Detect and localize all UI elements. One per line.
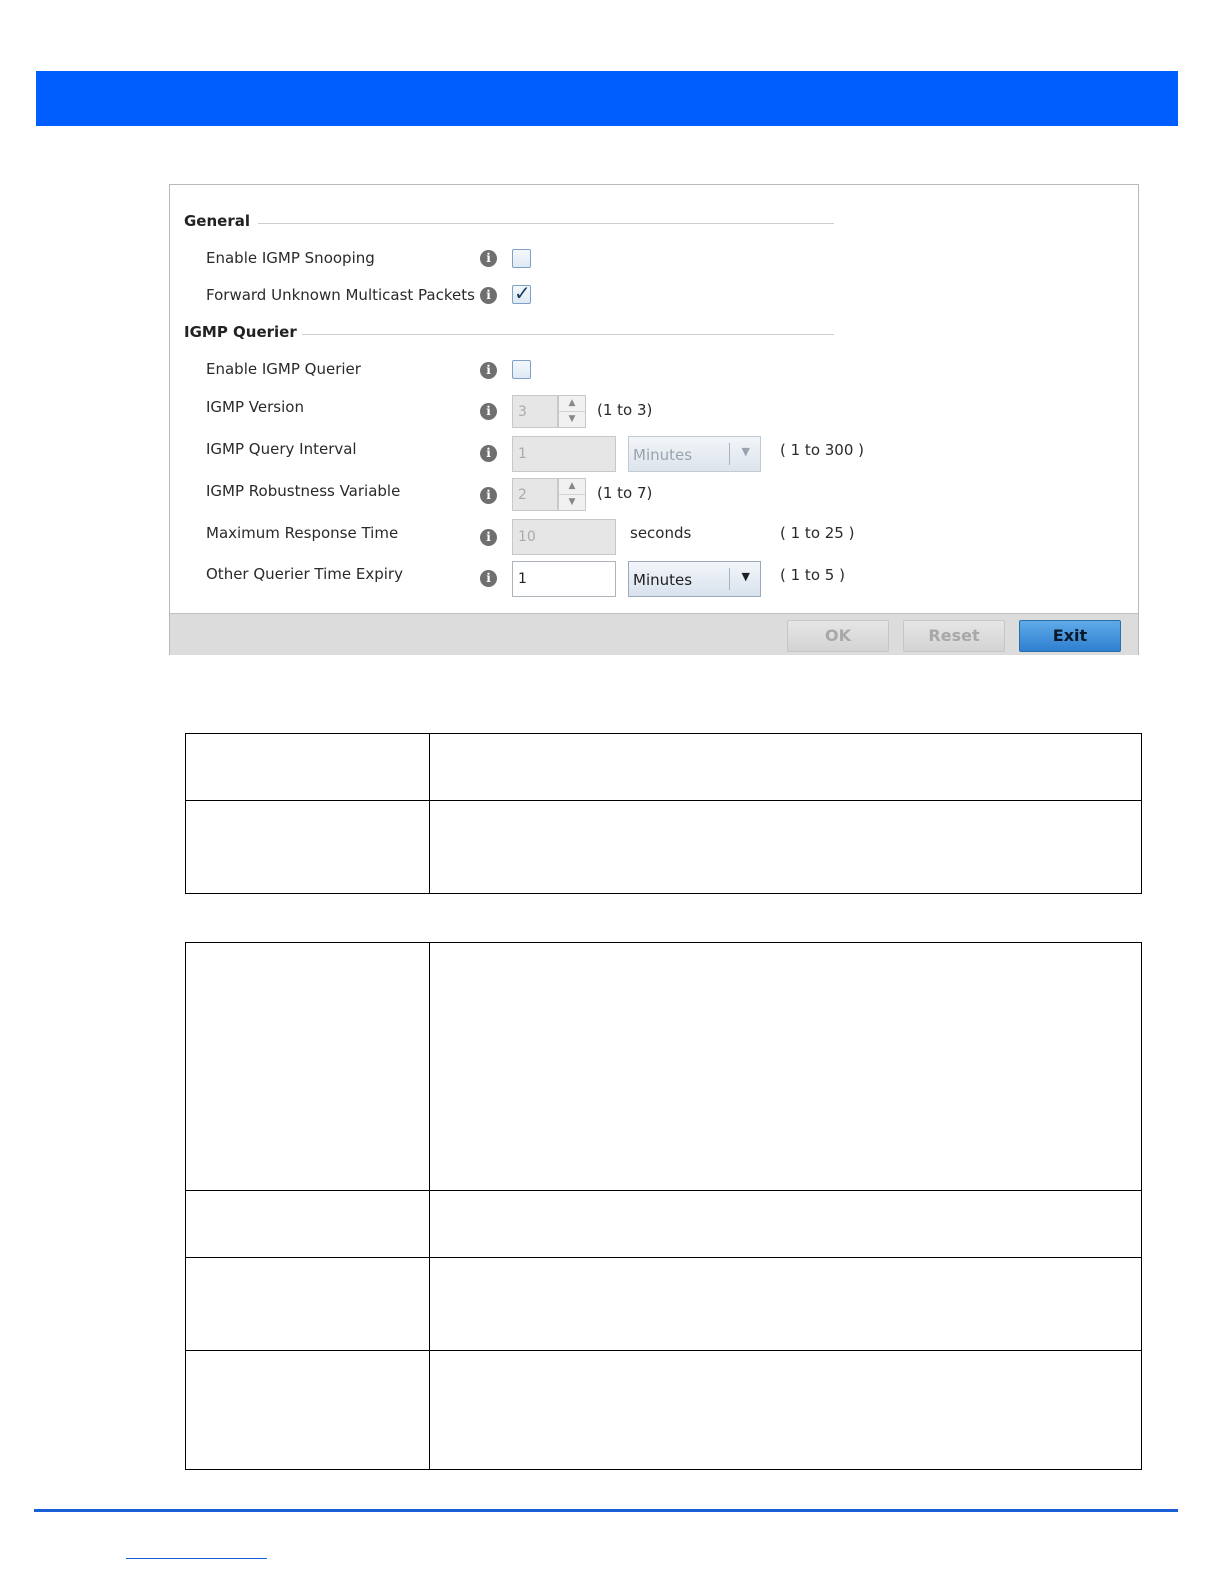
table-cell [185, 1350, 430, 1470]
forward-unknown-multicast-checkbox[interactable]: ✓ [512, 281, 531, 305]
table-cell [185, 942, 430, 1191]
igmp-robustness-range: (1 to 7) [597, 484, 653, 502]
reset-button[interactable]: Reset [903, 620, 1005, 652]
table-cell [185, 733, 430, 801]
table-cell [429, 942, 1142, 1191]
igmp-querier-section-rule [302, 334, 834, 335]
table-cell [185, 1190, 430, 1258]
info-icon[interactable]: i [480, 362, 497, 379]
chevron-down-icon[interactable]: ▼ [559, 495, 585, 510]
igmp-query-interval-unit-dropdown[interactable]: Minutes ▼ [628, 436, 761, 472]
table-row [185, 1190, 1142, 1258]
description-table-querier [185, 942, 1142, 1470]
maximum-response-time-range: ( 1 to 25 ) [780, 524, 855, 542]
info-icon[interactable]: i [480, 445, 497, 462]
maximum-response-time-input[interactable]: 10 [512, 519, 616, 555]
table-cell [185, 800, 430, 894]
dropdown-selected-value: Minutes [633, 571, 693, 589]
chevron-down-icon[interactable]: ▼ [559, 412, 585, 427]
general-section-heading: General [184, 212, 250, 230]
enable-igmp-querier-checkbox[interactable] [512, 360, 531, 379]
igmp-robustness-stepper[interactable]: 2 ▲ ▼ [512, 478, 586, 511]
igmp-version-stepper[interactable]: 3 ▲ ▼ [512, 395, 586, 428]
top-banner [36, 71, 1178, 126]
forward-unknown-multicast-label: Forward Unknown Multicast Packets [206, 286, 475, 304]
table-cell [429, 1350, 1142, 1470]
igmp-robustness-value[interactable]: 2 [512, 478, 558, 511]
enable-igmp-snooping-label: Enable IGMP Snooping [206, 249, 375, 267]
table-row [185, 733, 1142, 801]
dropdown-divider [729, 568, 730, 590]
dialog-footer: OK Reset Exit [170, 613, 1138, 655]
other-querier-time-expiry-input[interactable]: 1 [512, 561, 616, 597]
info-icon[interactable]: i [480, 287, 497, 304]
maximum-response-time-unit: seconds [630, 524, 692, 542]
general-section-rule [258, 223, 834, 224]
igmp-query-interval-input[interactable]: 1 [512, 436, 616, 472]
chevron-up-icon[interactable]: ▲ [559, 396, 585, 412]
chevron-up-icon[interactable]: ▲ [559, 479, 585, 495]
table-cell [185, 1257, 430, 1351]
igmp-robustness-label: IGMP Robustness Variable [206, 482, 401, 500]
table-cell [429, 1190, 1142, 1258]
stepper-buttons: ▲ ▼ [558, 478, 586, 511]
igmp-query-interval-label: IGMP Query Interval [206, 440, 357, 458]
table-cell [429, 1257, 1142, 1351]
table-row [185, 942, 1142, 1191]
maximum-response-time-label: Maximum Response Time [206, 524, 399, 542]
igmp-version-range: (1 to 3) [597, 401, 653, 419]
footer-rule [34, 1509, 1178, 1512]
exit-button[interactable]: Exit [1019, 620, 1121, 652]
description-table-general [185, 733, 1142, 894]
checkmark-icon: ✓ [514, 281, 531, 305]
dropdown-divider [729, 443, 730, 465]
stepper-buttons: ▲ ▼ [558, 395, 586, 428]
ok-button[interactable]: OK [787, 620, 889, 652]
dropdown-selected-value: Minutes [633, 446, 693, 464]
info-icon[interactable]: i [480, 487, 497, 504]
table-cell [429, 800, 1142, 894]
info-icon[interactable]: i [480, 250, 497, 267]
triangle-down-icon: ▼ [741, 570, 750, 583]
footer-link-underline[interactable] [126, 1558, 267, 1559]
igmp-version-label: IGMP Version [206, 398, 304, 416]
igmp-querier-section-heading: IGMP Querier [184, 323, 297, 341]
triangle-down-icon: ▼ [741, 445, 750, 458]
table-row [185, 1257, 1142, 1351]
table-row [185, 1350, 1142, 1470]
enable-igmp-querier-label: Enable IGMP Querier [206, 360, 361, 378]
other-querier-time-expiry-unit-dropdown[interactable]: Minutes ▼ [628, 561, 761, 597]
other-querier-time-expiry-label: Other Querier Time Expiry [206, 565, 403, 583]
enable-igmp-snooping-checkbox[interactable] [512, 249, 531, 268]
info-icon[interactable]: i [480, 403, 497, 420]
table-cell [429, 733, 1142, 801]
other-querier-time-expiry-range: ( 1 to 5 ) [780, 566, 845, 584]
info-icon[interactable]: i [480, 570, 497, 587]
info-icon[interactable]: i [480, 529, 497, 546]
igmp-snooping-dialog: General Enable IGMP Snooping i Forward U… [169, 184, 1139, 655]
table-row [185, 800, 1142, 894]
igmp-version-value[interactable]: 3 [512, 395, 558, 428]
igmp-query-interval-range: ( 1 to 300 ) [780, 441, 865, 459]
